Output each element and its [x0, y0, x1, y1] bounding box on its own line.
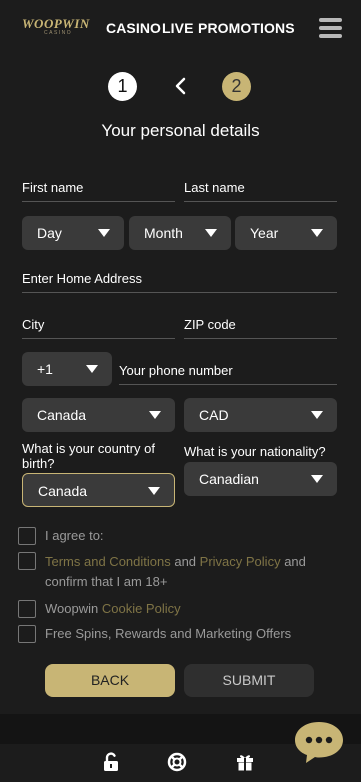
currency-select[interactable]: CAD — [184, 398, 337, 432]
page-title: Your personal details — [101, 121, 260, 140]
year-select-value: Year — [250, 225, 279, 241]
caret-down-icon — [86, 365, 98, 373]
birth-country-label: What is your country of birth? — [22, 441, 155, 471]
nav-promotions[interactable]: PROMOTIONS — [198, 20, 295, 36]
year-select[interactable]: Year — [235, 216, 337, 250]
currency-select-value: CAD — [199, 407, 229, 423]
home-address-placeholder: Enter Home Address — [22, 271, 142, 286]
birth-country-select[interactable]: Canada — [22, 473, 175, 507]
nationality-select[interactable]: Canadian — [184, 462, 337, 496]
month-select[interactable]: Month — [129, 216, 231, 250]
chevron-left-icon[interactable] — [172, 77, 190, 95]
caret-down-icon — [311, 475, 323, 483]
month-select-value: Month — [144, 225, 183, 241]
agree-label: I agree to: — [45, 528, 104, 543]
phone-number-placeholder: Your phone number — [119, 363, 233, 378]
terms-label: Terms and Conditions and Privacy Policy … — [45, 552, 345, 592]
agree-checkbox[interactable] — [18, 527, 36, 545]
city-placeholder: City — [22, 317, 45, 332]
country-select[interactable]: Canada — [22, 398, 175, 432]
caret-down-icon — [205, 229, 217, 237]
terms-and-text: and — [170, 554, 200, 569]
city-field[interactable]: City — [22, 317, 175, 339]
cookie-policy-link[interactable]: Cookie Policy — [102, 601, 181, 616]
phone-code-value: +1 — [37, 361, 53, 377]
cookie-policy-checkbox[interactable] — [18, 600, 36, 618]
phone-code-select[interactable]: +1 — [22, 352, 112, 386]
birth-country-value: Canada — [38, 483, 88, 499]
gift-icon[interactable] — [235, 752, 255, 772]
step-1-indicator: 1 — [108, 72, 137, 101]
woopwin-text: Woopwin — [45, 601, 102, 616]
terms-and-text-2: and — [280, 554, 306, 569]
home-address-field[interactable]: Enter Home Address — [22, 271, 337, 293]
top-header: WOOPWIN CASINO CASINO LIVE PROMOTIONS — [0, 0, 361, 58]
privacy-policy-link[interactable]: Privacy Policy — [200, 554, 281, 569]
submit-button[interactable]: SUBMIT — [184, 664, 314, 697]
last-name-field[interactable]: Last name — [184, 180, 337, 202]
phone-number-field[interactable]: Your phone number — [119, 363, 337, 385]
caret-down-icon — [98, 229, 110, 237]
caret-down-icon — [148, 487, 160, 495]
zip-code-placeholder: ZIP code — [184, 317, 236, 332]
caret-down-icon — [311, 229, 323, 237]
caret-down-icon — [311, 411, 323, 419]
first-name-field[interactable]: First name — [22, 180, 175, 202]
woopwin-logo[interactable]: WOOPWIN CASINO — [22, 16, 94, 40]
terms-checkbox[interactable] — [18, 552, 36, 570]
unlock-icon[interactable] — [101, 752, 121, 772]
nav-live[interactable]: LIVE — [162, 20, 194, 36]
marketing-label: Free Spins, Rewards and Marketing Offers — [45, 626, 292, 641]
zip-code-field[interactable]: ZIP code — [184, 317, 337, 339]
back-button[interactable]: BACK — [45, 664, 175, 697]
terms-and-conditions-link[interactable]: Terms and Conditions — [45, 554, 171, 569]
first-name-placeholder: First name — [22, 180, 84, 195]
hamburger-menu-icon[interactable] — [319, 18, 342, 38]
confirm-age-text: confirm that I am 18+ — [45, 574, 168, 589]
nationality-label: What is your nationality? — [184, 444, 326, 459]
cookie-policy-label: Woopwin Cookie Policy — [45, 599, 181, 619]
day-select-value: Day — [37, 225, 62, 241]
lifebuoy-icon[interactable] — [167, 752, 187, 772]
day-select[interactable]: Day — [22, 216, 124, 250]
country-select-value: Canada — [37, 407, 87, 423]
logo-subtext: CASINO — [44, 30, 73, 36]
caret-down-icon — [149, 411, 161, 419]
nav-casino[interactable]: CASINO — [106, 20, 161, 36]
step-2-indicator: 2 — [222, 72, 251, 101]
nationality-value: Canadian — [199, 471, 259, 487]
last-name-placeholder: Last name — [184, 180, 245, 195]
chat-icon[interactable] — [293, 720, 345, 764]
marketing-checkbox[interactable] — [18, 625, 36, 643]
